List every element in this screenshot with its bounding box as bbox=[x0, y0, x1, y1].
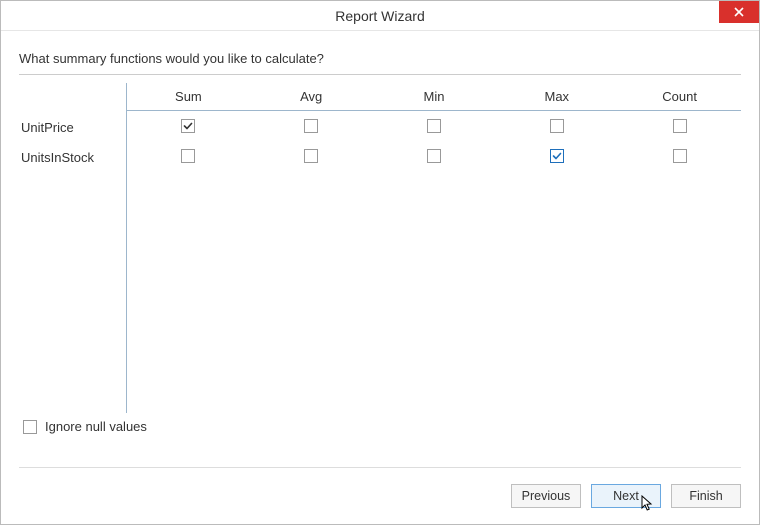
row-labels-column: UnitPrice UnitsInStock bbox=[19, 83, 127, 413]
finish-button[interactable]: Finish bbox=[671, 484, 741, 508]
column-header: Avg bbox=[250, 89, 373, 104]
checkbox-matrix: Sum Avg Min Max Count bbox=[127, 83, 741, 413]
cursor-icon bbox=[641, 495, 655, 513]
wizard-prompt: What summary functions would you like to… bbox=[19, 51, 741, 66]
button-label: Previous bbox=[522, 489, 571, 503]
column-headers: Sum Avg Min Max Count bbox=[127, 83, 741, 111]
report-wizard-window: Report Wizard What summary functions wou… bbox=[0, 0, 760, 525]
column-header: Max bbox=[495, 89, 618, 104]
checkbox-ignore-null[interactable] bbox=[23, 420, 37, 434]
separator bbox=[19, 74, 741, 75]
column-header: Min bbox=[373, 89, 496, 104]
button-label: Finish bbox=[689, 489, 722, 503]
row-label: UnitPrice bbox=[19, 113, 126, 143]
checkbox-unitprice-avg[interactable] bbox=[304, 119, 318, 133]
checkbox-unitsinstock-max[interactable] bbox=[550, 149, 564, 163]
table-row bbox=[127, 141, 741, 171]
checkbox-unitprice-count[interactable] bbox=[673, 119, 687, 133]
row-label: UnitsInStock bbox=[19, 143, 126, 173]
checkbox-unitsinstock-sum[interactable] bbox=[181, 149, 195, 163]
checkbox-unitsinstock-min[interactable] bbox=[427, 149, 441, 163]
ignore-null-row: Ignore null values bbox=[19, 419, 741, 434]
button-label: Next bbox=[613, 489, 639, 503]
titlebar: Report Wizard bbox=[1, 1, 759, 31]
ignore-null-label: Ignore null values bbox=[45, 419, 147, 434]
checkbox-unitprice-min[interactable] bbox=[427, 119, 441, 133]
previous-button[interactable]: Previous bbox=[511, 484, 581, 508]
next-button[interactable]: Next bbox=[591, 484, 661, 508]
checkbox-unitsinstock-avg[interactable] bbox=[304, 149, 318, 163]
window-title: Report Wizard bbox=[335, 8, 424, 24]
checkbox-unitsinstock-count[interactable] bbox=[673, 149, 687, 163]
table-row bbox=[127, 111, 741, 141]
column-header: Count bbox=[618, 89, 741, 104]
summary-grid: UnitPrice UnitsInStock Sum Avg Min Max C… bbox=[19, 83, 741, 413]
close-button[interactable] bbox=[719, 1, 759, 23]
close-icon bbox=[734, 7, 744, 17]
checkbox-unitprice-max[interactable] bbox=[550, 119, 564, 133]
content-area: What summary functions would you like to… bbox=[1, 31, 759, 467]
wizard-footer: Previous Next Finish bbox=[1, 468, 759, 524]
checkbox-unitprice-sum[interactable] bbox=[181, 119, 195, 133]
column-header: Sum bbox=[127, 89, 250, 104]
